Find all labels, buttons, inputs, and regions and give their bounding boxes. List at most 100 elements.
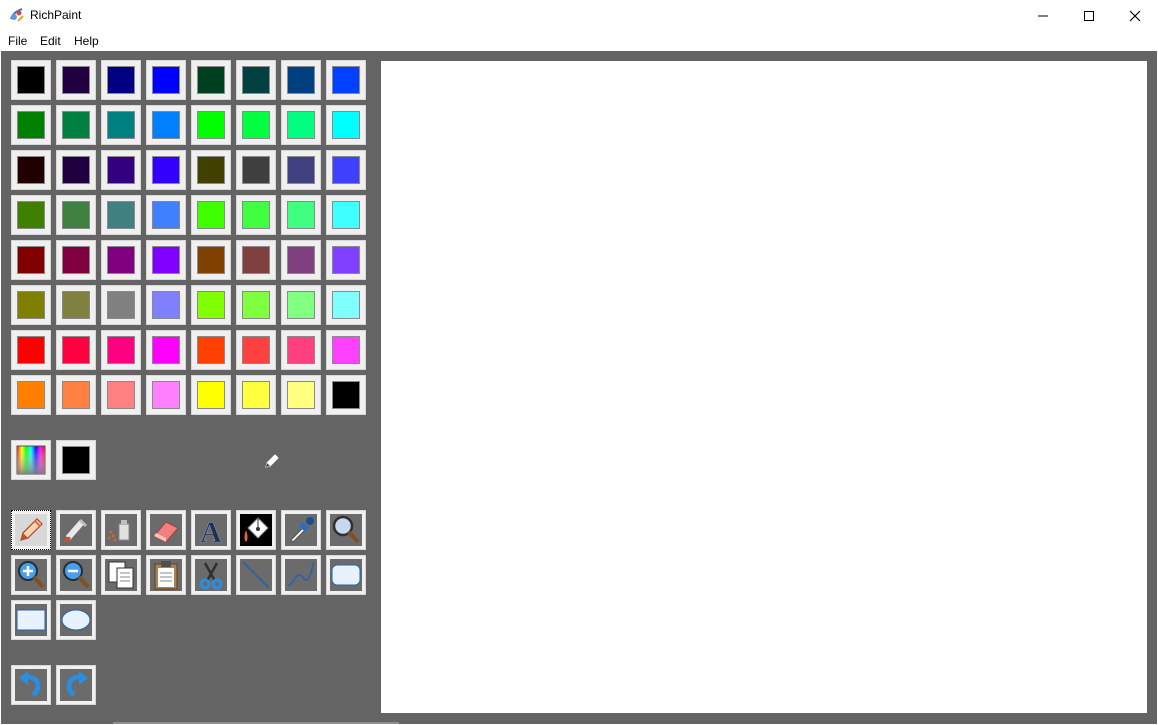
color-swatch-fill <box>17 336 45 364</box>
text-tool[interactable]: A <box>191 510 231 550</box>
color-swatch[interactable] <box>236 195 276 235</box>
copy-tool[interactable] <box>101 555 141 595</box>
color-swatch[interactable] <box>191 240 231 280</box>
color-swatch[interactable] <box>101 375 141 415</box>
ellipse-tool[interactable] <box>56 600 96 640</box>
color-swatch[interactable] <box>236 105 276 145</box>
color-swatch[interactable] <box>101 105 141 145</box>
color-swatch[interactable] <box>236 240 276 280</box>
color-swatch[interactable] <box>326 375 366 415</box>
color-swatch[interactable] <box>281 105 321 145</box>
cut-tool[interactable] <box>191 555 231 595</box>
color-picker-tool[interactable] <box>281 510 321 550</box>
color-swatch[interactable] <box>56 150 96 190</box>
color-swatch[interactable] <box>146 240 186 280</box>
color-swatch[interactable] <box>281 240 321 280</box>
magnifier-tool[interactable] <box>326 510 366 550</box>
color-swatch[interactable] <box>56 240 96 280</box>
color-swatch[interactable] <box>191 330 231 370</box>
menu-file[interactable]: File <box>8 34 27 48</box>
zoom-out-tool[interactable] <box>56 555 96 595</box>
color-swatch[interactable] <box>146 330 186 370</box>
color-swatch[interactable] <box>101 150 141 190</box>
menu-edit[interactable]: Edit <box>40 34 61 48</box>
line-tool[interactable] <box>236 555 276 595</box>
minimize-button[interactable] <box>1020 0 1066 31</box>
color-swatch-fill <box>107 66 135 94</box>
color-swatch[interactable] <box>236 150 276 190</box>
color-swatch[interactable] <box>236 60 276 100</box>
color-swatch[interactable] <box>326 150 366 190</box>
color-swatch[interactable] <box>11 150 51 190</box>
color-swatch[interactable] <box>236 375 276 415</box>
color-swatch[interactable] <box>11 240 51 280</box>
color-swatch[interactable] <box>146 105 186 145</box>
color-swatch[interactable] <box>191 105 231 145</box>
current-color-swatch[interactable] <box>56 440 96 480</box>
brush-tool[interactable] <box>56 510 96 550</box>
close-button[interactable] <box>1112 0 1158 31</box>
color-swatch[interactable] <box>56 105 96 145</box>
zoom-in-tool[interactable] <box>11 555 51 595</box>
color-swatch[interactable] <box>326 105 366 145</box>
maximize-button[interactable] <box>1066 0 1112 31</box>
pencil-tool[interactable] <box>11 510 51 550</box>
paste-tool[interactable] <box>146 555 186 595</box>
color-swatch[interactable] <box>56 195 96 235</box>
color-swatch[interactable] <box>326 240 366 280</box>
eraser-tool[interactable] <box>146 510 186 550</box>
color-swatch[interactable] <box>11 105 51 145</box>
color-swatch[interactable] <box>191 195 231 235</box>
color-swatch[interactable] <box>56 375 96 415</box>
color-swatch[interactable] <box>326 60 366 100</box>
menu-help[interactable]: Help <box>74 34 99 48</box>
rounded-rect-tool[interactable] <box>326 555 366 595</box>
color-swatch[interactable] <box>191 60 231 100</box>
title-bar[interactable]: RichPaint <box>0 0 1158 31</box>
color-swatch[interactable] <box>101 285 141 325</box>
color-swatch[interactable] <box>11 375 51 415</box>
color-swatch[interactable] <box>146 150 186 190</box>
color-spectrum-icon <box>16 445 46 475</box>
color-swatch[interactable] <box>146 195 186 235</box>
color-swatch[interactable] <box>281 60 321 100</box>
color-swatch[interactable] <box>11 330 51 370</box>
color-swatch[interactable] <box>101 195 141 235</box>
color-dialog-button[interactable] <box>11 440 51 480</box>
color-swatch[interactable] <box>101 330 141 370</box>
active-tool-pencil-icon <box>265 454 279 468</box>
color-swatch[interactable] <box>326 285 366 325</box>
color-swatch[interactable] <box>56 60 96 100</box>
redo-button[interactable] <box>56 665 96 705</box>
color-swatch-fill <box>197 246 225 274</box>
color-swatch[interactable] <box>236 330 276 370</box>
color-swatch[interactable] <box>236 285 276 325</box>
spray-tool[interactable] <box>101 510 141 550</box>
curve-tool[interactable] <box>281 555 321 595</box>
color-swatch[interactable] <box>281 150 321 190</box>
color-swatch[interactable] <box>281 375 321 415</box>
color-swatch[interactable] <box>326 330 366 370</box>
color-swatch[interactable] <box>281 285 321 325</box>
color-swatch[interactable] <box>11 195 51 235</box>
fill-tool[interactable] <box>236 510 276 550</box>
color-swatch[interactable] <box>146 285 186 325</box>
color-swatch[interactable] <box>101 60 141 100</box>
undo-button[interactable] <box>11 665 51 705</box>
color-swatch[interactable] <box>146 60 186 100</box>
color-swatch[interactable] <box>191 375 231 415</box>
color-swatch[interactable] <box>11 285 51 325</box>
color-swatch[interactable] <box>101 240 141 280</box>
color-swatch[interactable] <box>146 375 186 415</box>
color-swatch[interactable] <box>11 60 51 100</box>
color-swatch[interactable] <box>326 195 366 235</box>
color-swatch[interactable] <box>56 285 96 325</box>
drawing-canvas[interactable] <box>381 61 1147 713</box>
color-swatch[interactable] <box>281 330 321 370</box>
color-swatch[interactable] <box>191 285 231 325</box>
color-swatch[interactable] <box>281 195 321 235</box>
color-swatch[interactable] <box>191 150 231 190</box>
color-swatch[interactable] <box>56 330 96 370</box>
rectangle-tool[interactable] <box>11 600 51 640</box>
zoom-in-icon <box>18 561 45 589</box>
